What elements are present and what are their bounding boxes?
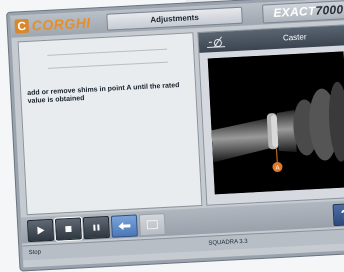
caster-panel: Caster: [197, 24, 344, 206]
stop-button[interactable]: [55, 217, 82, 240]
brand-number: 7000: [315, 2, 344, 17]
pause-icon: [91, 222, 102, 233]
adjustment-animation: A: [208, 51, 344, 194]
logo-text: CORGHI: [31, 15, 91, 34]
back-button[interactable]: [111, 214, 138, 237]
marker-a-label: A: [275, 165, 279, 171]
caster-title: Caster: [254, 26, 335, 50]
pause-button[interactable]: [83, 216, 110, 239]
decorative-lines: [47, 49, 168, 69]
play-icon: [35, 225, 46, 236]
product-brand: EXACT7000: [262, 0, 344, 24]
help-button[interactable]: ?: [333, 203, 344, 226]
brand-word: EXACT: [273, 4, 316, 20]
instruction-panel: add or remove shims in point A until the…: [18, 32, 203, 215]
page-title: Adjustments: [106, 7, 243, 31]
logo: C CORGHI: [14, 15, 91, 35]
caster-panel-header: Caster: [198, 25, 344, 53]
disabled-icon: [146, 219, 159, 230]
back-arrow-icon: [117, 221, 132, 232]
device-frame: C CORGHI Adjustments EXACT7000 add or re…: [6, 0, 344, 272]
caster-angle-icon: [205, 34, 228, 49]
disabled-button: [139, 213, 166, 236]
status-right: SQUADRA 3.3: [208, 235, 248, 251]
play-button[interactable]: [27, 219, 54, 242]
instruction-text: add or remove shims in point A until the…: [27, 81, 192, 106]
logo-mark: C: [14, 19, 29, 34]
screen: C CORGHI Adjustments EXACT7000 add or re…: [10, 0, 344, 267]
stop-icon: [63, 224, 74, 235]
shaft-illustration: A: [208, 51, 344, 194]
status-left: Stop: [28, 246, 41, 261]
